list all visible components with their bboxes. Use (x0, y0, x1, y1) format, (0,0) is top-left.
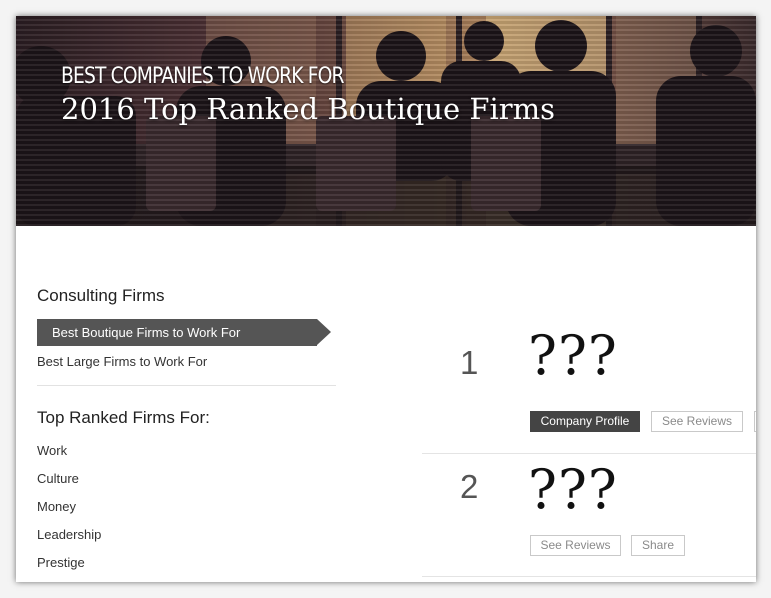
company-name[interactable]: ??? (528, 458, 618, 521)
entry-divider (422, 576, 756, 577)
category-link-money[interactable]: Money (37, 493, 336, 521)
rank-number: 1 (460, 344, 479, 381)
ranking-entry-1: 1 ??? Company Profile See Reviews (422, 316, 756, 456)
category-link-prestige[interactable]: Prestige (37, 549, 336, 577)
section-heading-consulting: Consulting Firms (37, 286, 165, 305)
share-button-partial[interactable] (754, 411, 756, 432)
entry-divider (422, 453, 756, 454)
sidebar-divider (37, 385, 336, 386)
page-title: 2016 Top Ranked Boutique Firms (61, 92, 555, 126)
see-reviews-button[interactable]: See Reviews (651, 411, 743, 432)
nav-item-boutique-active[interactable]: Best Boutique Firms to Work For (37, 319, 331, 346)
category-link-leadership[interactable]: Leadership (37, 521, 336, 549)
hero-kicker: BEST COMPANIES TO WORK FOR (61, 64, 345, 89)
company-name[interactable]: ??? (528, 324, 618, 387)
see-reviews-button[interactable]: See Reviews (530, 535, 621, 556)
share-button[interactable]: Share (631, 535, 685, 556)
ranking-entry-2: 2 ??? See Reviews Share (422, 456, 756, 582)
category-link-culture[interactable]: Culture (37, 465, 336, 493)
rank-number: 2 (460, 468, 479, 505)
nav-item-large-firms[interactable]: Best Large Firms to Work For (37, 354, 336, 369)
category-list: Work Culture Money Leadership Prestige (37, 437, 336, 577)
company-profile-button[interactable]: Company Profile (530, 411, 640, 432)
category-link-work[interactable]: Work (37, 437, 336, 465)
hero-banner: BEST COMPANIES TO WORK FOR 2016 Top Rank… (16, 16, 756, 226)
section-heading-top-ranked: Top Ranked Firms For: (37, 408, 210, 427)
page-frame: BEST COMPANIES TO WORK FOR 2016 Top Rank… (16, 16, 756, 582)
sidebar: Consulting Firms Best Boutique Firms to … (37, 286, 336, 577)
